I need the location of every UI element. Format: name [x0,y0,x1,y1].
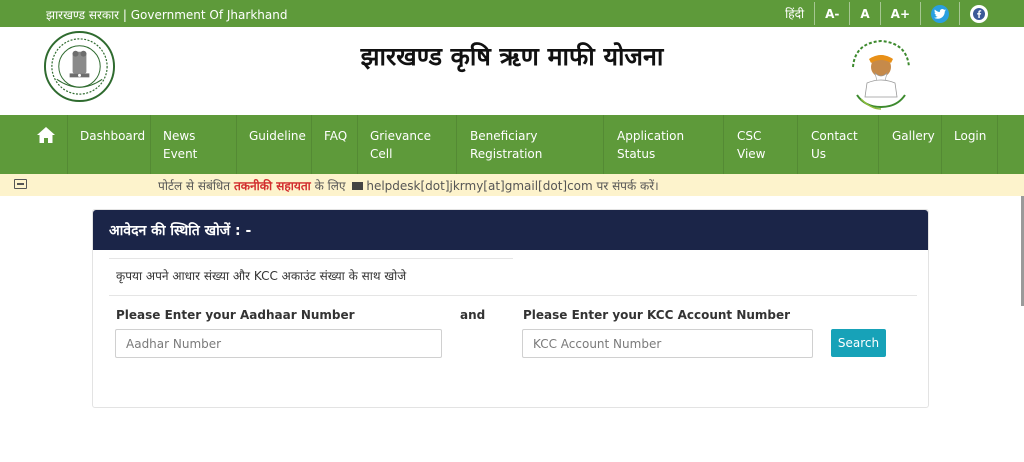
nav-item-label: Login [954,129,987,143]
nav-item-csc-view[interactable]: CSC View [737,115,765,174]
notice-highlight: तकनीकी सहायता [233,179,311,193]
nav-item-application-status[interactable]: Application Status [617,115,684,174]
nav-separator [311,115,312,174]
nav-item-label: Beneficiary [470,129,538,143]
page: झारखण्ड सरकार | Government Of Jharkhand … [0,0,1024,462]
font-increase-button[interactable]: A+ [879,2,920,25]
envelope-icon [352,182,364,190]
notice-icon [14,179,27,189]
aadhaar-input[interactable] [115,329,442,358]
support-notice-bar: पोर्टल से संबंधित तकनीकी सहायता के लिए h… [0,174,1024,196]
nav-item-faq[interactable]: FAQ [324,115,347,174]
nav-item-label: FAQ [324,129,348,143]
nav-separator [997,115,998,174]
facebook-icon [970,4,988,23]
notice-text-part: पोर्टल से संबंधित [158,179,234,193]
main-navigation: Dashboard News Event Guideline FAQ Griev… [0,115,1024,174]
nav-item-label-line2: Registration [470,147,543,161]
search-button[interactable]: Search [831,329,886,357]
card-title: आवेदन की स्थिति खोजें : - [109,223,252,239]
nav-separator [150,115,151,174]
twitter-icon [931,4,949,23]
nav-item-label: News [163,129,196,143]
nav-item-grievance-cell[interactable]: Grievance Cell [370,115,431,174]
nav-separator [236,115,237,174]
nav-separator [941,115,942,174]
search-hint: कृपया अपने आधार संख्या और KCC अकाउंट संख… [116,269,407,283]
kcc-account-input[interactable] [522,329,813,358]
nav-separator [67,115,68,174]
home-icon[interactable] [36,126,56,144]
nav-item-label-line2: Us [811,147,827,161]
support-notice-text: पोर्टल से संबंधित तकनीकी सहायता के लिए h… [158,177,659,194]
nav-item-gallery[interactable]: Gallery [892,115,935,174]
nav-separator [603,115,604,174]
nav-item-label: Guideline [249,129,306,143]
font-decrease-button[interactable]: A- [814,2,849,25]
font-reset-button[interactable]: A [849,2,879,25]
nav-item-contact-us[interactable]: Contact Us [811,115,858,174]
nav-separator [723,115,724,174]
nav-item-label: Application [617,129,685,143]
helpdesk-email[interactable]: helpdesk[dot]jkrmy[at]gmail[dot]com [366,179,592,193]
nav-item-news-event[interactable]: News Event [163,115,197,174]
nav-item-label-line2: Event [163,147,198,161]
government-label: झारखण्ड सरकार | Government Of Jharkhand [46,8,288,22]
farmer-scheme-logo-icon[interactable] [845,37,917,113]
kcc-label: Please Enter your KCC Account Number [523,308,791,322]
nav-item-beneficiary-registration[interactable]: Beneficiary Registration [470,115,542,174]
nav-item-label: Grievance [370,129,431,143]
twitter-link[interactable] [920,2,959,25]
hindi-language-link[interactable]: हिंदी [775,2,814,25]
nav-item-label: Dashboard [80,129,146,143]
notice-text-part: पर संपर्क करें। [592,179,659,193]
site-header: झारखण्ड कृषि ऋण माफी योजना [0,27,1024,115]
nav-item-label: Contact [811,129,858,143]
nav-item-label: CSC [737,129,762,143]
facebook-link[interactable] [959,2,998,25]
nav-item-login[interactable]: Login [954,115,986,174]
nav-item-dashboard[interactable]: Dashboard [80,115,145,174]
nav-separator [456,115,457,174]
top-bar: झारखण्ड सरकार | Government Of Jharkhand … [0,0,1024,27]
hint-divider [109,258,513,259]
and-label: and [460,308,486,322]
accessibility-tools: हिंदी A- A A+ [775,2,998,25]
nav-item-label-line2: View [737,147,766,161]
nav-item-label: Gallery [892,129,935,143]
nav-item-label-line2: Cell [370,147,393,161]
nav-separator [357,115,358,174]
card-header: आवेदन की स्थिति खोजें : - [93,210,928,250]
nav-item-guideline[interactable]: Guideline [249,115,306,174]
form-divider [109,295,917,296]
nav-separator [878,115,879,174]
notice-text-part: के लिए [310,179,350,193]
aadhaar-label: Please Enter your Aadhaar Number [116,308,355,322]
nav-item-label-line2: Status [617,147,656,161]
nav-separator [797,115,798,174]
application-status-card: आवेदन की स्थिति खोजें : - कृपया अपने आधा… [92,209,929,408]
